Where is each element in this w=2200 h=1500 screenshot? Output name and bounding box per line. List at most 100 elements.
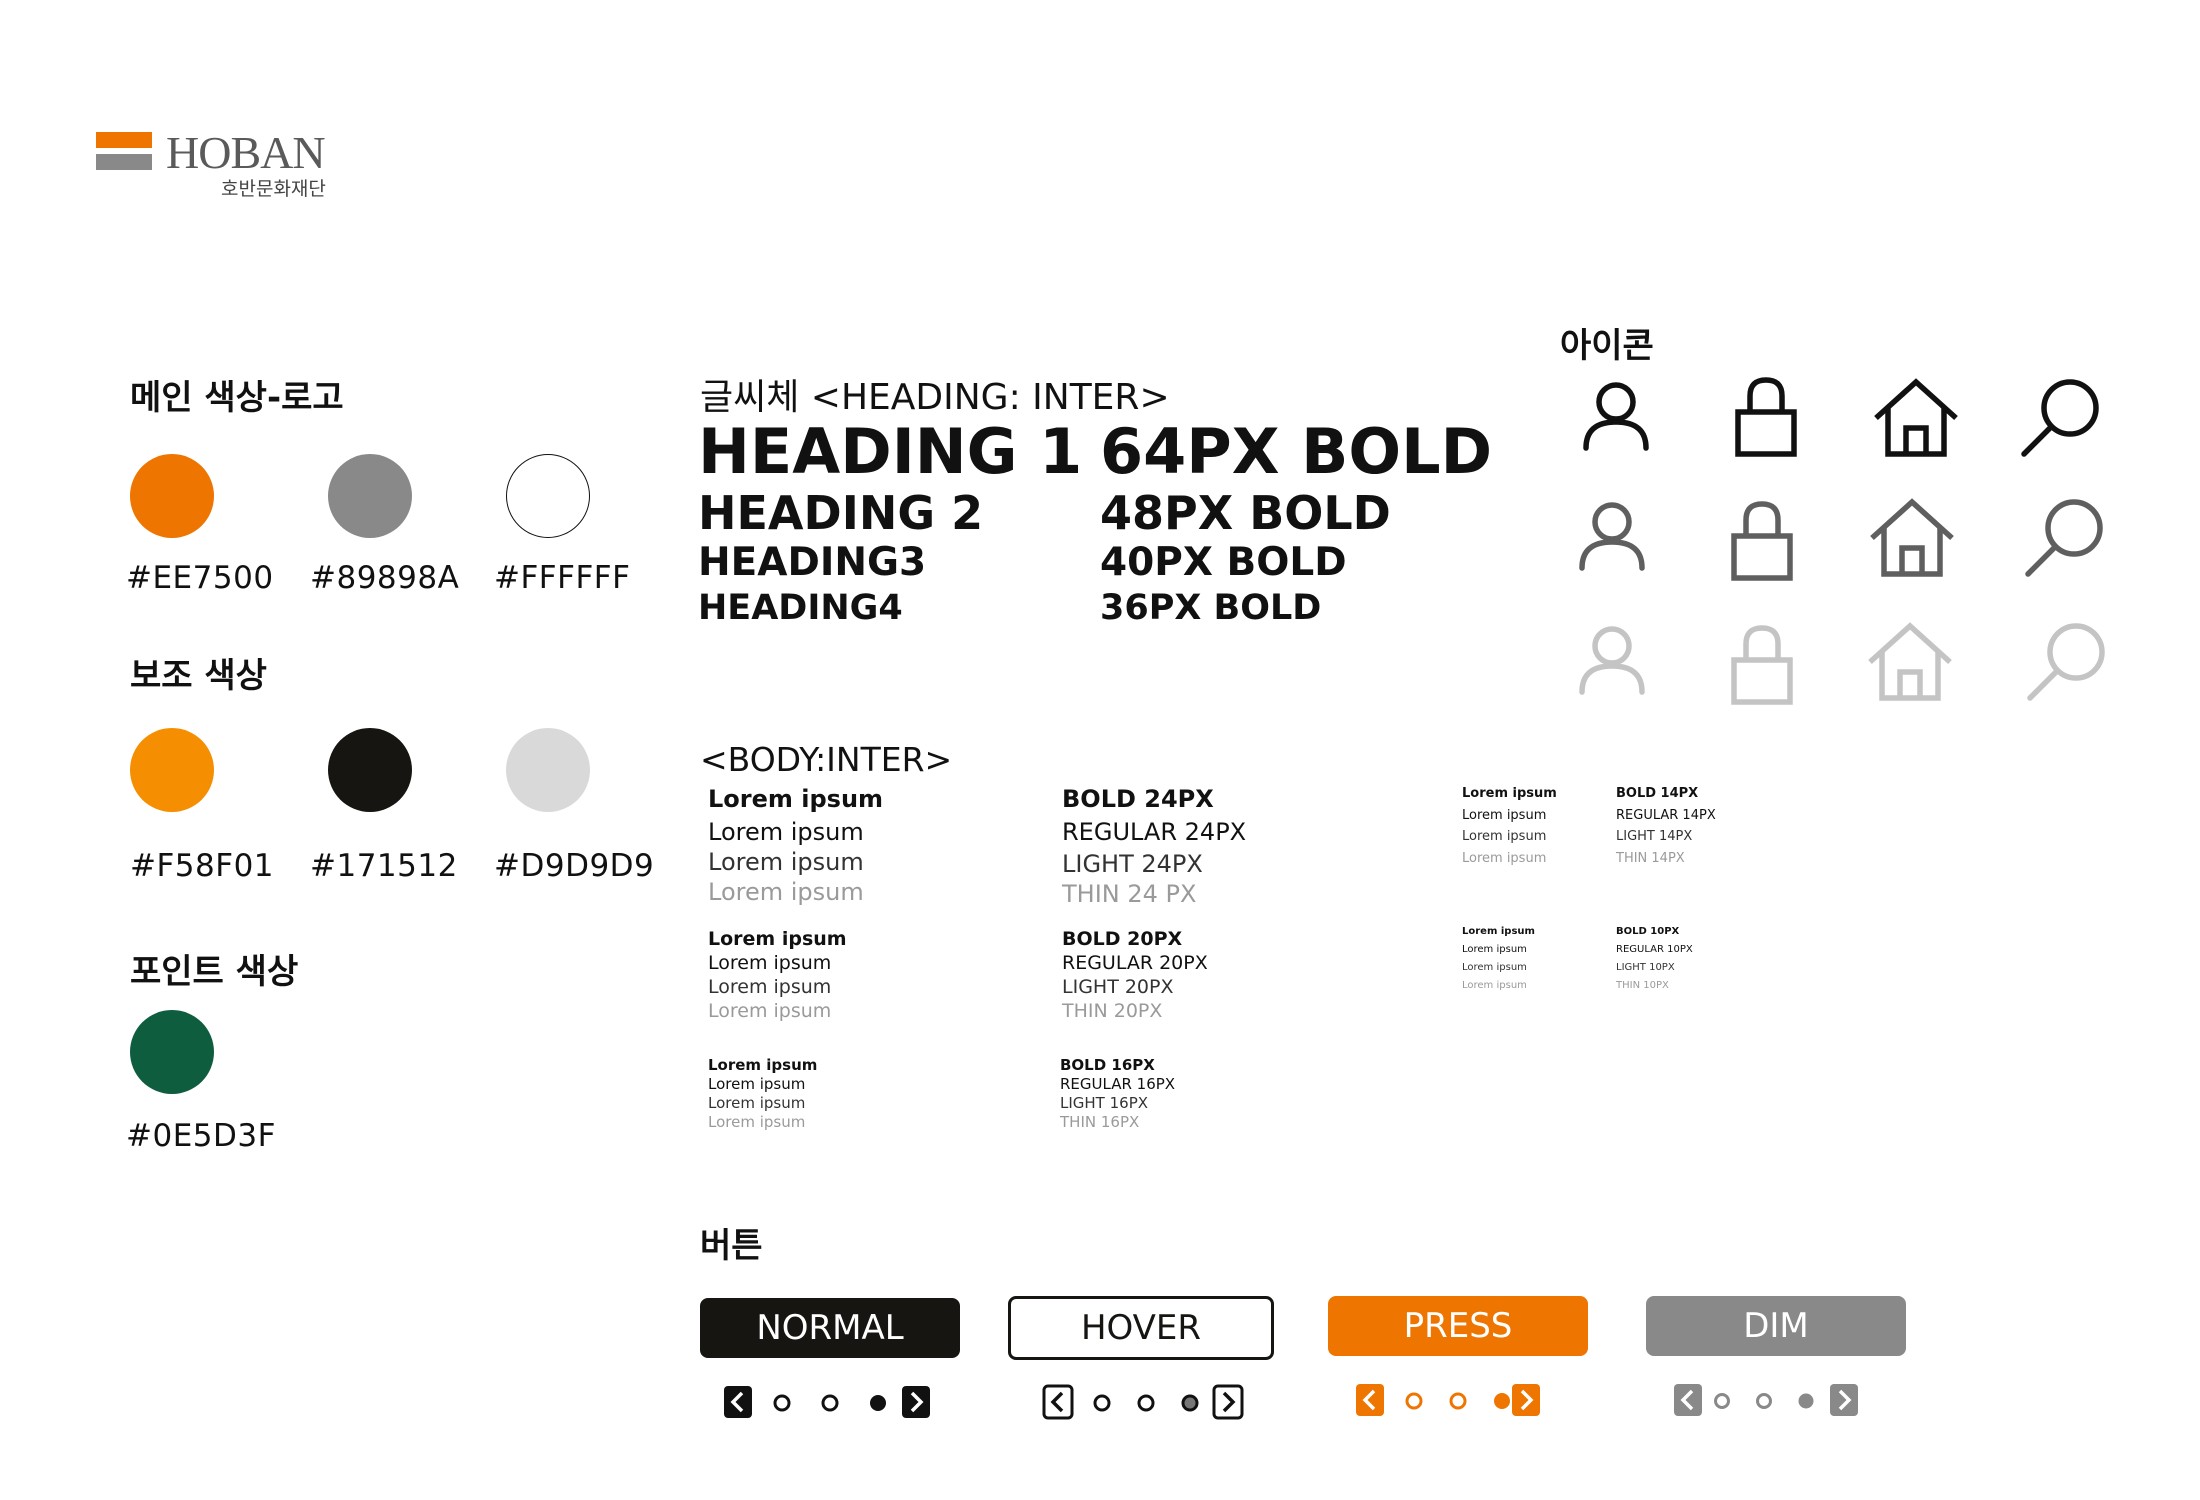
prev-arrow-icon[interactable] (724, 1386, 752, 1418)
pager-dot[interactable] (1137, 1394, 1155, 1412)
heading-4-spec: 36PX BOLD (1100, 588, 1322, 628)
lock-icon (1712, 494, 1812, 594)
color-hex-black: #171512 (310, 848, 458, 884)
body-20-regular-sample: Lorem ipsum (708, 952, 832, 974)
user-icon (1562, 614, 1662, 714)
body-10-light-spec: LIGHT 10PX (1616, 962, 1675, 973)
color-hex-gray: #89898A (310, 560, 460, 596)
lock-icon (1712, 618, 1812, 718)
user-icon (1566, 370, 1666, 470)
dim-button[interactable]: DIM (1646, 1296, 1906, 1356)
pager-dot[interactable] (773, 1394, 791, 1412)
body-14-light-sample: Lorem ipsum (1462, 829, 1547, 844)
color-swatch-lightgray (506, 728, 590, 812)
color-swatch-gray (328, 454, 412, 538)
pager-dot-active[interactable] (870, 1395, 886, 1411)
body-14-thin-spec: THIN 14PX (1616, 851, 1685, 866)
color-swatch-black (328, 728, 412, 812)
home-icon (1862, 490, 1962, 590)
search-icon (2018, 614, 2118, 714)
heading-3-sample: HEADING3 (698, 540, 927, 585)
pager-dot[interactable] (1449, 1392, 1467, 1410)
color-swatch-green (130, 1010, 214, 1094)
body-14-light-spec: LIGHT 14PX (1616, 829, 1693, 844)
next-arrow-icon[interactable] (1512, 1384, 1540, 1416)
heading-3-spec: 40PX BOLD (1100, 540, 1347, 585)
body-10-thin-spec: THIN 10PX (1616, 980, 1669, 991)
heading-1-sample: HEADING 1 (698, 415, 1083, 488)
pager-dot-active[interactable] (1494, 1393, 1510, 1409)
body-24-thin-sample: Lorem ipsum (708, 878, 864, 906)
body-10-light-sample: Lorem ipsum (1462, 962, 1527, 973)
body-20-light-sample: Lorem ipsum (708, 976, 832, 998)
prev-arrow-icon[interactable] (1042, 1384, 1074, 1420)
body-14-regular-sample: Lorem ipsum (1462, 808, 1547, 823)
hover-button[interactable]: HOVER (1008, 1296, 1274, 1360)
next-arrow-icon[interactable] (902, 1386, 930, 1418)
body-10-bold-spec: BOLD 10PX (1616, 926, 1680, 937)
body-16-thin-spec: THIN 16PX (1060, 1113, 1140, 1131)
pager-normal (720, 1382, 930, 1422)
body-10-bold-sample: Lorem ipsum (1462, 926, 1535, 937)
color-swatch-amber (130, 728, 214, 812)
body-24-regular-sample: Lorem ipsum (708, 818, 864, 846)
body-20-bold-sample: Lorem ipsum (708, 928, 847, 950)
main-color-title: 메인 색상-로고 (130, 378, 344, 418)
brand-logo: HOBAN 호반문화재단 (96, 127, 346, 205)
lock-icon (1716, 370, 1816, 470)
prev-arrow-icon[interactable] (1674, 1384, 1702, 1416)
heading-4-sample: HEADING4 (698, 588, 903, 628)
point-color-title: 포인트 색상 (130, 952, 299, 992)
body-10-regular-spec: REGULAR 10PX (1616, 944, 1693, 955)
body-16-bold-spec: BOLD 16PX (1060, 1056, 1155, 1074)
logo-bar-bottom (96, 154, 152, 170)
body-16-thin-sample: Lorem ipsum (708, 1113, 806, 1131)
body-16-regular-spec: REGULAR 16PX (1060, 1075, 1176, 1093)
pager-dot-active[interactable] (1181, 1394, 1199, 1412)
body-20-thin-sample: Lorem ipsum (708, 1000, 832, 1022)
icons-title: 아이콘 (1560, 326, 1654, 366)
pager-hover (1040, 1382, 1250, 1422)
user-icon (1562, 490, 1662, 590)
pager-press (1352, 1380, 1562, 1420)
prev-arrow-icon[interactable] (1356, 1384, 1384, 1416)
body-20-thin-spec: THIN 20PX (1062, 1000, 1163, 1022)
pager-dot-active[interactable] (1798, 1393, 1814, 1409)
body-14-bold-spec: BOLD 14PX (1616, 786, 1699, 801)
body-16-bold-sample: Lorem ipsum (708, 1056, 818, 1074)
body-16-regular-sample: Lorem ipsum (708, 1075, 806, 1093)
color-swatch-orange (130, 454, 214, 538)
heading-2-spec: 48PX BOLD (1100, 486, 1391, 540)
color-hex-lightgray: #D9D9D9 (494, 848, 655, 884)
typography-title: 글씨체 <HEADING: INTER> (700, 377, 1170, 418)
body-24-bold-sample: Lorem ipsum (708, 785, 884, 813)
next-arrow-icon[interactable] (1212, 1384, 1244, 1420)
pager-dot[interactable] (1405, 1392, 1423, 1410)
pager-dot[interactable] (821, 1394, 839, 1412)
press-button[interactable]: PRESS (1328, 1296, 1588, 1356)
body-font-title: <BODY:INTER> (700, 740, 953, 779)
pager-dot[interactable] (1093, 1394, 1111, 1412)
pager-dot[interactable] (1756, 1393, 1772, 1409)
heading-2-sample: HEADING 2 (698, 486, 984, 540)
color-hex-green: #0E5D3F (126, 1118, 276, 1154)
body-24-light-spec: LIGHT 24PX (1062, 850, 1203, 878)
search-icon (2012, 370, 2112, 470)
next-arrow-icon[interactable] (1830, 1384, 1858, 1416)
logo-bar-top (96, 132, 152, 148)
body-20-bold-spec: BOLD 20PX (1062, 928, 1183, 950)
pager-dot[interactable] (1714, 1393, 1730, 1409)
heading-1-spec: 64PX BOLD (1100, 415, 1493, 488)
body-24-thin-spec: THIN 24 PX (1062, 880, 1197, 908)
body-24-regular-spec: REGULAR 24PX (1062, 818, 1247, 846)
home-icon (1866, 370, 1966, 470)
body-16-light-spec: LIGHT 16PX (1060, 1094, 1149, 1112)
body-16-light-sample: Lorem ipsum (708, 1094, 806, 1112)
body-24-light-sample: Lorem ipsum (708, 848, 864, 876)
body-10-thin-sample: Lorem ipsum (1462, 980, 1527, 991)
body-20-light-spec: LIGHT 20PX (1062, 976, 1174, 998)
body-14-thin-sample: Lorem ipsum (1462, 851, 1547, 866)
normal-button[interactable]: NORMAL (700, 1298, 960, 1358)
buttons-title: 버튼 (700, 1226, 763, 1266)
search-icon (2016, 490, 2116, 590)
